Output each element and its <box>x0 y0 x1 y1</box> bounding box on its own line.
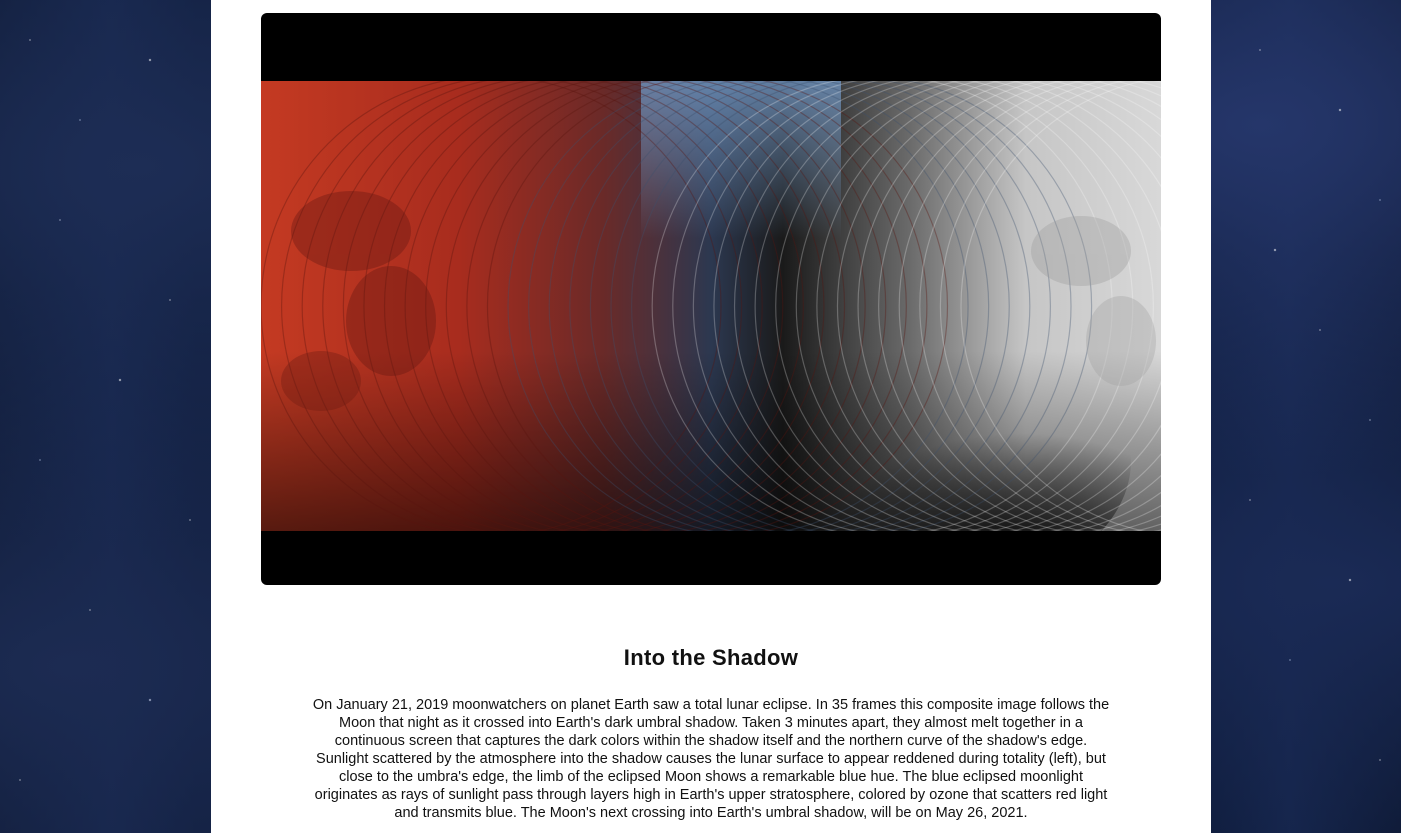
lunar-eclipse-composite-image[interactable] <box>261 81 1161 531</box>
page-title: Into the Shadow <box>623 644 799 670</box>
content-panel: Into the Shadow On January 21, 2019 moon… <box>211 0 1211 833</box>
image-description: On January 21, 2019 moonwatchers on plan… <box>312 696 1110 821</box>
apod-image-frame[interactable] <box>261 13 1161 585</box>
